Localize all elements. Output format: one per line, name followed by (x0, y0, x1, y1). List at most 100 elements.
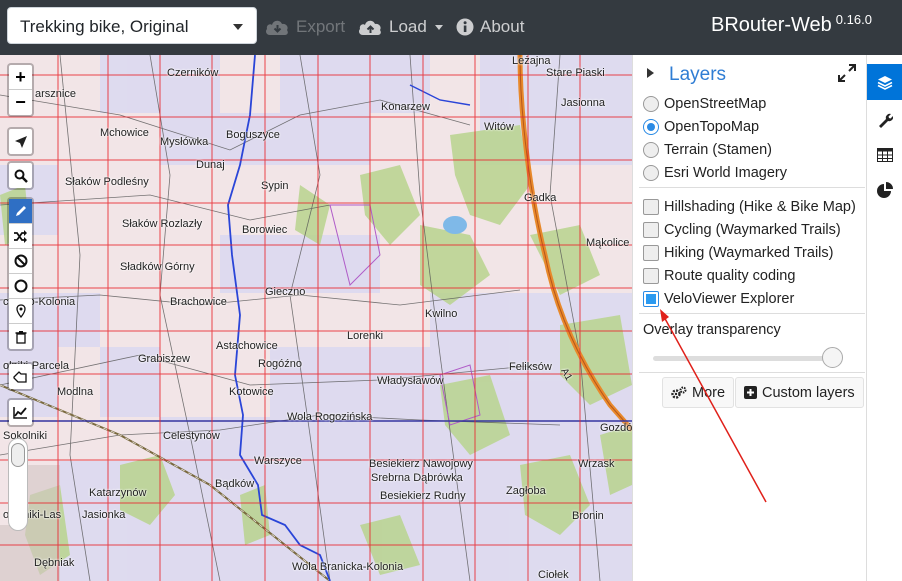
hand-pointer-icon (13, 370, 27, 383)
search-button[interactable] (9, 163, 32, 188)
circle-icon (14, 279, 27, 293)
place-label: Czerników (167, 67, 219, 79)
radio-button[interactable] (643, 119, 659, 135)
export-button[interactable]: Export (265, 14, 345, 40)
place-label: Konarzew (381, 101, 430, 113)
place-label: Kotowice (229, 386, 274, 398)
overlay-hiking[interactable]: Hiking (Waymarked Trails) (643, 242, 833, 264)
search-control (7, 161, 34, 190)
chevron-down-icon (434, 24, 443, 30)
expand-icon[interactable] (838, 64, 856, 87)
place-label: Rogóźno (258, 358, 303, 370)
layer-label: Hiking (Waymarked Trails) (664, 245, 834, 261)
draw-route-button[interactable] (9, 199, 32, 224)
overlay-route-quality[interactable]: Route quality coding (643, 265, 795, 287)
export-label: Export (296, 17, 346, 36)
overlay-transparency-thumb[interactable] (822, 347, 843, 368)
place-label: Lorenki (347, 330, 384, 342)
checkbox[interactable] (643, 268, 659, 284)
checkbox[interactable] (643, 222, 659, 238)
brand[interactable]: BRouter-Web 0.16.0 (711, 12, 872, 37)
base-layer-terrain[interactable]: Terrain (Stamen) (643, 139, 772, 161)
radio-button[interactable] (643, 165, 659, 181)
tab-analysis[interactable] (867, 172, 902, 208)
hand-button[interactable] (9, 364, 32, 389)
gears-icon (671, 386, 687, 399)
overlay-veloviewer[interactable]: VeloViewer Explorer (643, 288, 794, 310)
place-label: Mysłówka (160, 136, 209, 148)
tab-data-table[interactable] (867, 137, 902, 173)
delete-all-button[interactable] (9, 324, 32, 349)
overlay-transparency-slider[interactable] (653, 356, 831, 361)
reverse-route-button[interactable] (9, 224, 32, 249)
tab-layers[interactable] (867, 64, 902, 100)
opacity-slider[interactable] (8, 438, 28, 531)
poi-button[interactable] (9, 299, 32, 324)
sidebar-title: Layers (669, 64, 727, 85)
trash-icon (15, 330, 26, 344)
checkbox[interactable] (643, 245, 659, 261)
divider (639, 187, 865, 188)
profile-select-value: Trekking bike, Original (20, 17, 189, 36)
place-label: Brachowice (170, 296, 227, 308)
base-layer-esri-imagery[interactable]: Esri World Imagery (643, 162, 787, 184)
elevation-control (7, 398, 34, 427)
base-layer-openstreetmap[interactable]: OpenStreetMap (643, 93, 766, 115)
layers-icon (877, 75, 893, 90)
place-label: Feliksów (509, 361, 552, 373)
elevation-button[interactable] (9, 400, 32, 425)
divider (639, 313, 865, 314)
about-button[interactable]: About (456, 14, 524, 40)
layer-label: Terrain (Stamen) (664, 142, 772, 158)
checkbox[interactable] (643, 199, 659, 215)
zoom-out-button[interactable]: − (9, 90, 32, 115)
place-label: Władysławów (377, 375, 444, 387)
radio-button[interactable] (643, 96, 659, 112)
nogo-area-button[interactable] (9, 274, 32, 299)
layer-label: Cycling (Waymarked Trails) (664, 222, 841, 238)
zoom-in-button[interactable]: + (9, 65, 32, 90)
place-label: Słaków Rozlazły (122, 218, 203, 230)
locate-button[interactable] (9, 129, 32, 154)
profile-select[interactable]: Trekking bike, Original (7, 7, 257, 44)
delete-route-button[interactable] (9, 249, 32, 274)
layer-label: Route quality coding (664, 268, 796, 284)
place-label: Stare Piaski (546, 67, 605, 79)
place-label: Besiekierz Rudny (380, 490, 466, 502)
place-label: Besiekierz Nawojowy (369, 458, 473, 470)
overlay-transparency-label: Overlay transparency (643, 322, 781, 338)
wrench-icon (879, 113, 893, 128)
overlay-cycling[interactable]: Cycling (Waymarked Trails) (643, 219, 841, 241)
more-button[interactable]: More (662, 377, 735, 408)
overlay-hillshading[interactable]: Hillshading (Hike & Bike Map) (643, 196, 856, 218)
place-label: Wrzask (578, 458, 615, 470)
place-label: Dębniak (34, 557, 75, 569)
navigation-arrow-icon (14, 135, 27, 148)
load-button[interactable]: Load (358, 14, 443, 40)
tab-settings[interactable] (867, 102, 902, 138)
place-label: Dunaj (196, 159, 225, 171)
opacity-slider-thumb[interactable] (11, 443, 25, 467)
place-label: arsznice (35, 88, 76, 100)
custom-layers-button[interactable]: Custom layers (735, 377, 864, 408)
divider (639, 372, 865, 373)
place-label: Modlna (57, 386, 94, 398)
map[interactable]: Czerników Leżajna Stare Piaski arsznice … (0, 55, 632, 581)
about-label: About (480, 17, 525, 36)
place-label: Gieczno (265, 286, 306, 298)
sidebar-header: Layers (633, 55, 867, 91)
checkbox[interactable] (643, 291, 659, 307)
layer-label: OpenStreetMap (664, 96, 767, 112)
collapse-icon[interactable] (647, 68, 654, 78)
layers-sidebar: Layers OpenStreetMap OpenTopoMap Terrain… (632, 55, 866, 581)
place-label: Mchowice (100, 127, 149, 139)
sidebar-tabs (866, 55, 902, 581)
place-label: Ciołek (538, 569, 569, 581)
place-label: Bądków (215, 478, 255, 490)
more-label: More (692, 384, 726, 401)
zoom-control: + − (7, 63, 34, 117)
locate-control (7, 127, 34, 156)
radio-button[interactable] (643, 142, 659, 158)
base-layer-opentopomap[interactable]: OpenTopoMap (643, 116, 759, 138)
chart-line-icon (13, 407, 27, 419)
